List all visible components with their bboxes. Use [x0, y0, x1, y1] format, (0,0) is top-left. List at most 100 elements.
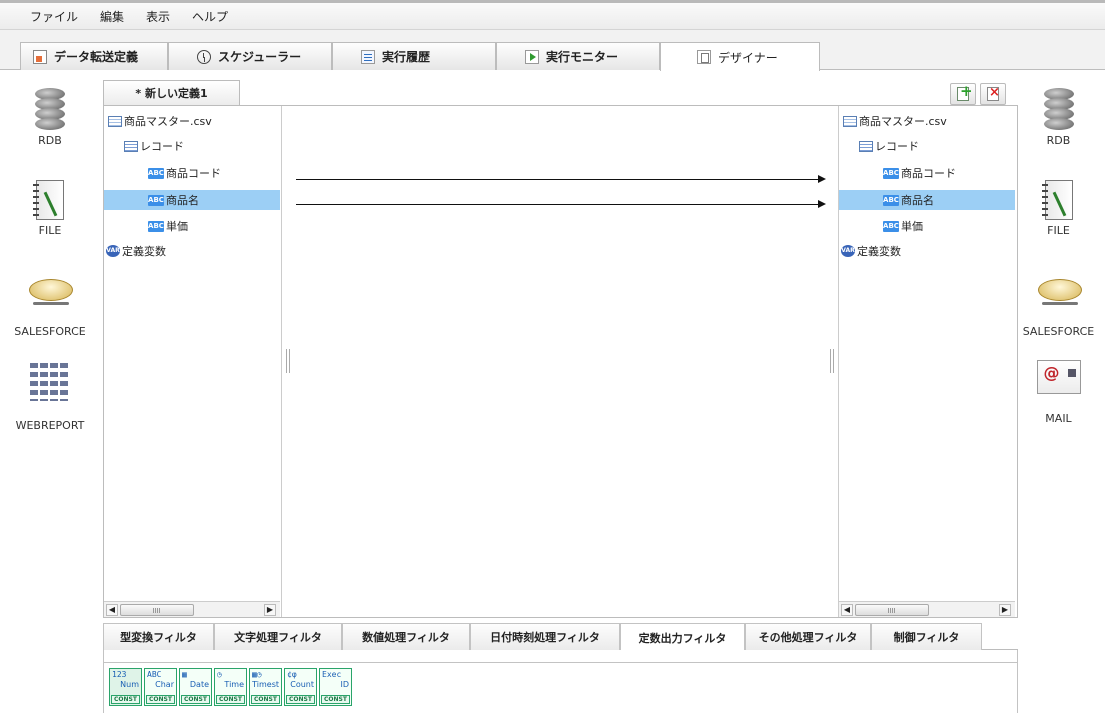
const-timestamp-button[interactable]: ▦◷ Timest CONST: [249, 668, 282, 706]
tree-node-field[interactable]: ABC 商品コード: [104, 163, 280, 183]
const-count-button[interactable]: ¢φ Count CONST: [284, 668, 317, 706]
tab-string-filter[interactable]: 文字処理フィルタ: [214, 623, 342, 650]
palette-webreport[interactable]: WEBREPORT: [0, 363, 100, 432]
tree-node-field[interactable]: ABC 商品コード: [839, 163, 1015, 183]
menu-edit[interactable]: 編集: [100, 8, 124, 25]
menu-file[interactable]: ファイル: [30, 8, 78, 25]
abc-field-icon: ABC: [148, 220, 164, 232]
const-top-label: Exec: [322, 670, 342, 679]
palette-label: SALESFORCE: [1022, 325, 1095, 338]
tab-datetime-filter[interactable]: 日付時刻処理フィルタ: [470, 623, 620, 650]
tab-type-conversion-filter[interactable]: 型変換フィルタ: [103, 623, 214, 650]
const-badge: CONST: [216, 695, 245, 704]
palette-salesforce[interactable]: SALESFORCE: [0, 277, 100, 338]
const-top-label: ¢φ: [287, 670, 297, 679]
tree-node-field[interactable]: ABC 単価: [104, 216, 280, 236]
const-badge: CONST: [251, 695, 280, 704]
palette-rdb[interactable]: RDB: [1012, 88, 1105, 147]
tab-scheduler[interactable]: スケジューラー: [168, 42, 332, 70]
const-time-button[interactable]: ◷ Time CONST: [214, 668, 247, 706]
const-date-button[interactable]: ▦ Date CONST: [179, 668, 212, 706]
var-icon: VAR: [841, 245, 855, 257]
const-badge: CONST: [111, 695, 140, 704]
const-num-button[interactable]: 123 Num CONST: [109, 668, 142, 706]
mapping-arrow[interactable]: [296, 175, 826, 183]
app-window: ファイル 編集 表示 ヘルプ データ転送定義 スケジューラー 実行履歴 実行モニ…: [0, 0, 1105, 713]
mail-icon: @: [1036, 360, 1081, 394]
mapping-arrow[interactable]: [296, 200, 826, 208]
tab-data-transfer[interactable]: データ転送定義: [20, 42, 168, 70]
filter-tab-bar: 型変換フィルタ 文字処理フィルタ 数値処理フィルタ 日付時刻処理フィルタ 定数出…: [103, 623, 1018, 651]
divider: [104, 662, 1017, 663]
left-splitter-handle[interactable]: [286, 349, 290, 373]
const-sub-label: Date: [189, 680, 209, 689]
palette-mail[interactable]: @ MAIL: [1012, 360, 1105, 425]
const-badge: CONST: [286, 695, 315, 704]
node-label: レコード: [875, 140, 919, 153]
palette-file[interactable]: FILE: [0, 180, 100, 237]
tab-designer[interactable]: デザイナー: [660, 42, 820, 71]
horizontal-scrollbar[interactable]: ◀ ▶: [839, 601, 1015, 617]
delete-definition-button[interactable]: [980, 83, 1006, 105]
scroll-right-icon[interactable]: ▶: [999, 604, 1011, 616]
right-splitter-handle[interactable]: [830, 349, 834, 373]
palette-label: MAIL: [1045, 412, 1072, 425]
abc-field-icon: ABC: [883, 194, 899, 206]
tab-numeric-filter[interactable]: 数値処理フィルタ: [342, 623, 470, 650]
abc-field-icon: ABC: [883, 167, 899, 179]
tree-node-record[interactable]: レコード: [839, 136, 1015, 156]
tree-node-field-selected[interactable]: ABC 商品名: [839, 190, 1015, 210]
const-exec-id-button[interactable]: Exec ID CONST: [319, 668, 352, 706]
database-icon: [1043, 88, 1074, 130]
add-definition-button[interactable]: [950, 82, 976, 105]
node-label: 商品名: [166, 194, 199, 207]
var-icon: VAR: [106, 245, 120, 257]
const-char-button[interactable]: ABC Char CONST: [144, 668, 177, 706]
tree-node-file[interactable]: 商品マスター.csv: [839, 111, 1015, 131]
add-page-icon: [957, 82, 973, 101]
scroll-left-icon[interactable]: ◀: [841, 604, 853, 616]
const-sub-label: Time: [224, 680, 244, 689]
table-icon: [108, 115, 122, 127]
tree-node-field-selected[interactable]: ABC 商品名: [104, 190, 280, 210]
tab-execution-history[interactable]: 実行履歴: [332, 42, 496, 70]
palette-rdb[interactable]: RDB: [0, 88, 100, 147]
const-sub-label: Char: [155, 680, 174, 689]
tab-label: 実行モニター: [546, 50, 619, 64]
file-notebook-icon: [33, 180, 64, 220]
designer-canvas[interactable]: 商品マスター.csv レコード ABC 商品コード ABC 商品名 ABC 単価 VA…: [103, 105, 1018, 618]
const-badge: CONST: [181, 695, 210, 704]
play-icon: [525, 49, 539, 64]
menu-view[interactable]: 表示: [146, 8, 170, 25]
tree-node-record[interactable]: レコード: [104, 136, 280, 156]
palette-label: WEBREPORT: [15, 419, 85, 432]
tab-execution-monitor[interactable]: 実行モニター: [496, 42, 660, 70]
webreport-icon: [30, 363, 70, 401]
record-icon: [859, 140, 873, 152]
menu-help[interactable]: ヘルプ: [192, 8, 228, 25]
const-top-label: 123: [112, 670, 127, 679]
palette-file[interactable]: FILE: [1012, 180, 1105, 237]
tree-node-variables[interactable]: VAR 定義変数: [839, 241, 1015, 261]
horizontal-scrollbar[interactable]: ◀ ▶: [104, 601, 280, 617]
tree-node-file[interactable]: 商品マスター.csv: [104, 111, 280, 131]
scroll-thumb[interactable]: [120, 604, 194, 616]
tree-node-variables[interactable]: VAR 定義変数: [104, 241, 280, 261]
node-label: レコード: [140, 140, 184, 153]
menu-bar: ファイル 編集 表示 ヘルプ: [0, 0, 1105, 30]
scroll-left-icon[interactable]: ◀: [106, 604, 118, 616]
tab-control-filter[interactable]: 制御フィルタ: [871, 623, 982, 650]
record-icon: [124, 140, 138, 152]
node-label: 定義変数: [122, 245, 166, 258]
tab-other-filter[interactable]: その他処理フィルタ: [745, 623, 871, 650]
palette-salesforce[interactable]: SALESFORCE: [1012, 277, 1105, 338]
const-sub-label: Count: [290, 680, 314, 689]
const-top-label: ◷: [217, 670, 222, 679]
scroll-thumb[interactable]: [855, 604, 929, 616]
tree-node-field[interactable]: ABC 単価: [839, 216, 1015, 236]
tab-constant-output-filter[interactable]: 定数出力フィルタ: [620, 623, 745, 651]
abc-field-icon: ABC: [148, 167, 164, 179]
definition-tab[interactable]: * 新しい定義1: [103, 80, 240, 105]
scroll-right-icon[interactable]: ▶: [264, 604, 276, 616]
cloud-icon: [1036, 277, 1082, 307]
